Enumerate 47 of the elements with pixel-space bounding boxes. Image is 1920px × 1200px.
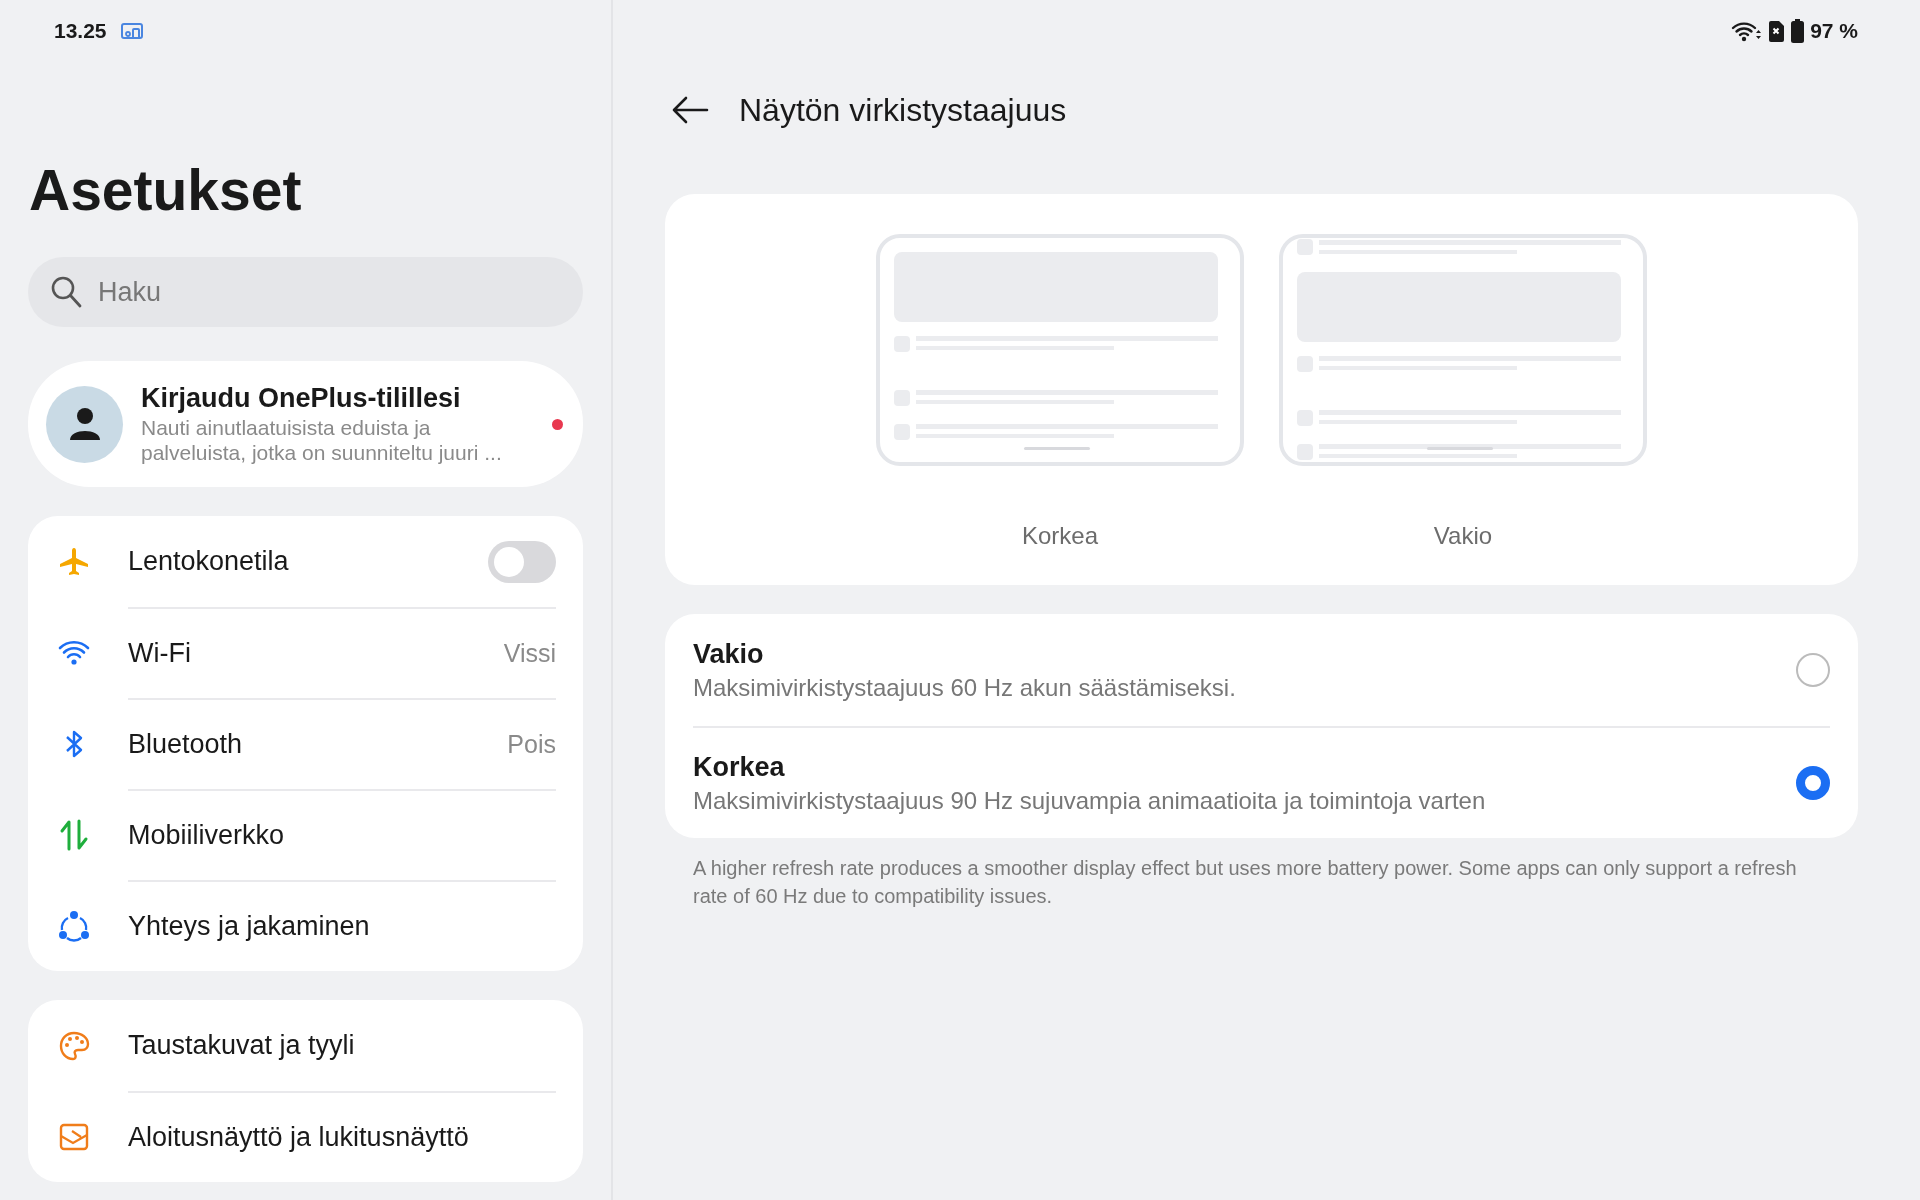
- settings-item[interactable]: Yhteys ja jakaminen: [58, 880, 556, 971]
- settings-item[interactable]: Mobiiliverkko: [58, 789, 556, 880]
- airplane-icon: [58, 545, 90, 578]
- option-title: Vakio: [693, 637, 765, 671]
- radio-button[interactable]: [1796, 766, 1830, 800]
- preview-label: Korkea: [1021, 521, 1098, 551]
- preview-label: Vakio: [1433, 521, 1493, 551]
- page-heading: Asetukset: [29, 162, 303, 219]
- radio-button[interactable]: [1796, 653, 1830, 687]
- option-description: Maksimivirkistystaajuus 60 Hz akun säästämiseksi.: [693, 672, 1237, 703]
- item-label: Wi-Fi: [128, 637, 192, 671]
- back-arrow-icon: [671, 96, 709, 124]
- wifi-signal-icon: [1731, 20, 1762, 42]
- item-label: Yhteys ja jakaminen: [128, 910, 371, 944]
- account-card[interactable]: Kirjaudu OnePlus-tilillesi Nauti ainutlaatuisista eduista ja palveluista, jotka on suunniteltu juuri ...: [28, 361, 583, 487]
- settings-item[interactable]: Bluetooth Pois: [58, 698, 556, 789]
- share-icon: [58, 909, 90, 942]
- footnote: A higher refresh rate produces a smoother display effect but uses more battery power. Some apps can only support a refresh rate of 60 Hz due to compatibility issues.: [692, 856, 1798, 909]
- account-subtitle: Nauti ainutlaatuisista eduista ja palveluista, jotka on suunniteltu juuri ...: [141, 414, 503, 466]
- search-field[interactable]: Haku: [28, 257, 583, 327]
- option-title: Korkea: [693, 750, 786, 784]
- toggle-switch[interactable]: [488, 540, 556, 583]
- up-down-arrows-icon: [58, 818, 90, 851]
- refresh-rate-option[interactable]: Korkea Maksimivirkistystaajuus 90 Hz sujuvampia animaatioita ja toimintoja varten: [693, 726, 1830, 838]
- settings-item[interactable]: Aloitusnäyttö ja lukitusnäyttö: [58, 1091, 556, 1182]
- settings-item[interactable]: Wi-Fi Vissi: [58, 607, 556, 698]
- option-description: Maksimivirkistystaajuus 90 Hz sujuvampia animaatioita ja toimintoja varten: [693, 785, 1487, 816]
- account-title: Kirjaudu OnePlus-tilillesi: [141, 382, 462, 415]
- item-value: Vissi: [503, 637, 556, 669]
- settings-item[interactable]: Lentokonetila: [58, 516, 556, 607]
- settings-item[interactable]: Taustakuvat ja tyyli: [58, 1000, 556, 1091]
- page-title: Näytön virkistystaajuus: [739, 91, 1067, 130]
- palette-icon: [58, 1029, 90, 1062]
- no-sim-icon: [1767, 20, 1786, 42]
- back-button[interactable]: [671, 96, 709, 124]
- item-label: Taustakuvat ja tyyli: [128, 1029, 356, 1063]
- item-label: Bluetooth: [128, 728, 244, 762]
- battery-icon: [1791, 19, 1805, 43]
- status-time: 13.25: [54, 18, 107, 45]
- screen-cast-icon: [120, 22, 143, 40]
- refresh-rate-option[interactable]: Vakio Maksimivirkistystaajuus 60 Hz akun säästämiseksi.: [693, 614, 1830, 726]
- item-label: Lentokonetila: [128, 545, 290, 579]
- battery-level: 97 %: [1810, 18, 1858, 45]
- item-label: Mobiiliverkko: [128, 819, 286, 853]
- item-value: Pois: [507, 728, 556, 760]
- item-label: Aloitusnäyttö ja lukitusnäyttö: [128, 1121, 470, 1155]
- notification-dot: [552, 418, 563, 430]
